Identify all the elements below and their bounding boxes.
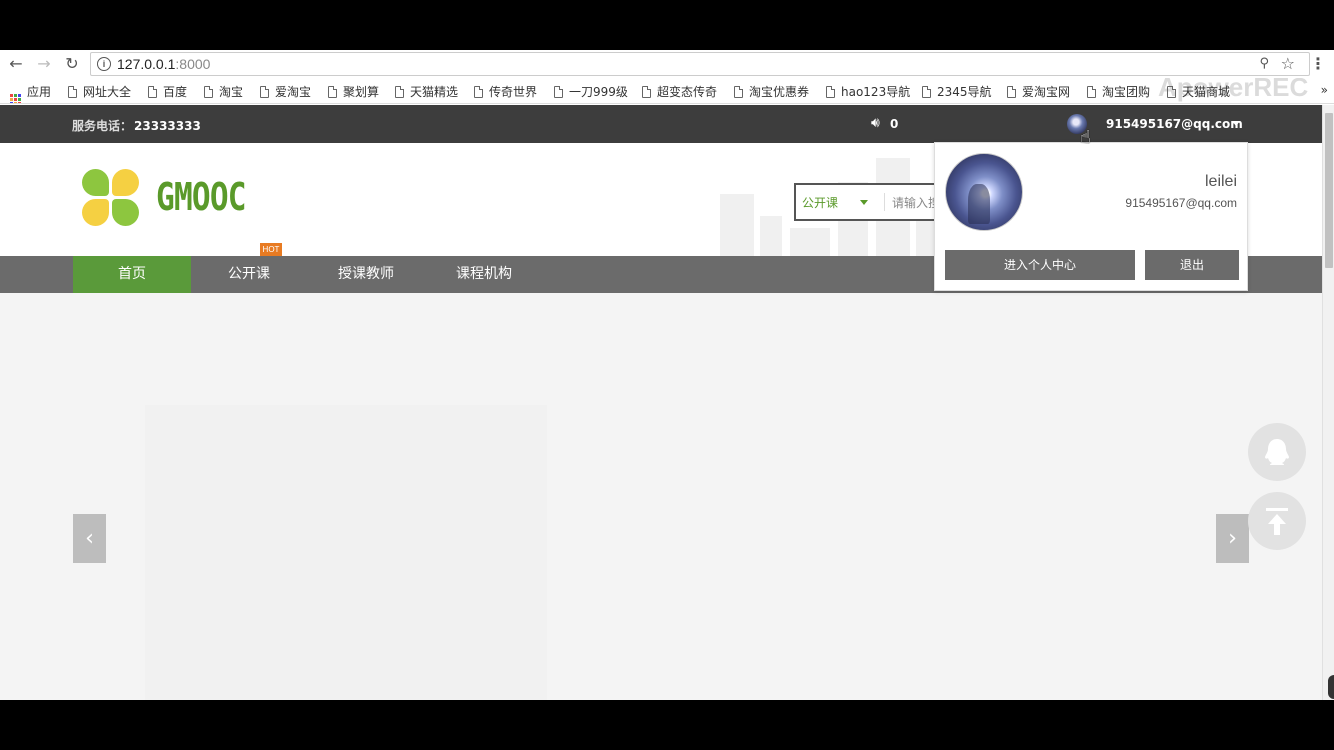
logo-icon[interactable] xyxy=(82,169,142,227)
star-icon[interactable]: ☆ xyxy=(1281,54,1295,73)
url-text: 127.0.0.1:8000 xyxy=(117,56,211,72)
bookmark-item[interactable]: 传奇世界 xyxy=(474,83,537,100)
back-arrow-icon[interactable]: ← xyxy=(6,54,26,74)
arrow-up-icon xyxy=(1266,508,1288,535)
search-type-select[interactable]: 公开课 xyxy=(802,194,838,211)
page-icon xyxy=(148,86,157,98)
page-icon xyxy=(1167,86,1176,98)
nav-item-teachers[interactable]: 授课教师 xyxy=(307,256,425,293)
back-to-top-button[interactable] xyxy=(1248,492,1306,550)
letterbox-bottom xyxy=(0,700,1334,750)
edge-tab xyxy=(1328,675,1334,699)
bookmark-item[interactable]: 一刀999级 xyxy=(554,83,628,100)
key-icon[interactable]: ⚲ xyxy=(1259,56,1269,71)
avatar xyxy=(945,153,1023,231)
service-phone: 服务电话： 23333333 xyxy=(72,119,201,133)
scrollbar-thumb[interactable] xyxy=(1325,113,1333,268)
bookmark-item[interactable]: 聚划算 xyxy=(328,83,379,100)
divider xyxy=(884,193,885,211)
bookmark-item[interactable]: 网址大全 xyxy=(68,83,131,100)
page-icon xyxy=(554,86,563,98)
address-bar-row: ← → ↻ i 127.0.0.1:8000 ⚲ ☆ ⋮ xyxy=(0,50,1334,78)
bookmark-item[interactable]: 天猫精选 xyxy=(395,83,458,100)
hand-cursor-icon: ☝︎ xyxy=(1080,127,1091,148)
qq-chat-button[interactable] xyxy=(1248,423,1306,481)
info-icon[interactable]: i xyxy=(97,57,111,71)
hot-badge: HOT xyxy=(260,243,282,256)
browser-window: ← → ↻ i 127.0.0.1:8000 ⚲ ☆ ⋮ ApowerREC 应… xyxy=(0,50,1334,700)
page-icon xyxy=(826,86,835,98)
chevron-down-icon[interactable] xyxy=(860,200,868,205)
bookmark-item[interactable]: 爱淘宝网 xyxy=(1007,83,1070,100)
nav-item-organizations[interactable]: 课程机构 xyxy=(425,256,543,293)
next-arrow-button[interactable]: › xyxy=(1216,514,1249,563)
bookmarks-bar: ApowerREC 应用 网址大全 百度 淘宝 爱淘宝 聚划算 天猫精选 传奇世… xyxy=(0,78,1334,104)
page-icon xyxy=(395,86,404,98)
nav-item-home[interactable]: 首页 xyxy=(73,256,191,293)
user-dropdown: leilei 915495167@qq.com 进入个人中心 退出 xyxy=(934,142,1248,291)
bookmark-item[interactable]: 百度 xyxy=(148,83,187,100)
page-icon xyxy=(68,86,77,98)
nav-item-open-courses[interactable]: 公开课 xyxy=(190,256,308,293)
page-icon xyxy=(328,86,337,98)
bookmark-item[interactable]: hao123导航 xyxy=(826,83,910,100)
page-icon xyxy=(474,86,483,98)
qq-penguin-icon xyxy=(1265,439,1289,465)
username: leilei xyxy=(1204,173,1237,190)
bookmark-item[interactable]: 超变态传奇 xyxy=(642,83,717,100)
bookmark-item[interactable]: 2345导航 xyxy=(922,83,992,100)
page-icon xyxy=(1007,86,1016,98)
vertical-scrollbar[interactable] xyxy=(1322,105,1334,700)
message-count[interactable]: 0 xyxy=(890,117,898,131)
prev-arrow-button[interactable]: ‹ xyxy=(73,514,106,563)
user-center-button[interactable]: 进入个人中心 xyxy=(945,250,1135,280)
bookmark-item[interactable]: 淘宝优惠券 xyxy=(734,83,809,100)
logo-text[interactable]: GMOOC xyxy=(156,175,247,219)
banner-slide[interactable] xyxy=(145,405,547,700)
user-email-link[interactable]: 915495167@qq.com xyxy=(1106,117,1243,131)
apps-grid-icon xyxy=(10,94,21,103)
chevron-down-icon[interactable] xyxy=(1232,121,1240,126)
bookmark-item[interactable]: 天猫商城 xyxy=(1167,83,1230,100)
dropdown-email: 915495167@qq.com xyxy=(1125,196,1237,210)
bookmark-item[interactable]: 淘宝团购 xyxy=(1087,83,1150,100)
page-icon xyxy=(734,86,743,98)
page-icon xyxy=(922,86,931,98)
menu-dots-icon[interactable]: ⋮ xyxy=(1310,54,1326,73)
banner-carousel: ‹ › xyxy=(0,293,1322,700)
bookmark-apps[interactable]: 应用 xyxy=(10,83,51,103)
speaker-icon[interactable]: 🔊︎ xyxy=(871,115,880,131)
page-icon xyxy=(260,86,269,98)
bookmark-item[interactable]: 爱淘宝 xyxy=(260,83,311,100)
top-bar: 服务电话： 23333333 🔊︎ 0 915495167@qq.com xyxy=(0,105,1322,143)
site-page: 服务电话： 23333333 🔊︎ 0 915495167@qq.com GMOO… xyxy=(0,105,1322,700)
letterbox-top xyxy=(0,0,1334,50)
page-icon xyxy=(642,86,651,98)
page-icon xyxy=(1087,86,1096,98)
reload-icon[interactable]: ↻ xyxy=(62,54,82,74)
bookmark-item[interactable]: 淘宝 xyxy=(204,83,243,100)
logout-button[interactable]: 退出 xyxy=(1145,250,1239,280)
forward-arrow-icon[interactable]: → xyxy=(34,54,54,74)
page-icon xyxy=(204,86,213,98)
url-field[interactable]: i 127.0.0.1:8000 ⚲ ☆ xyxy=(90,52,1310,76)
bookmarks-more-button[interactable]: » xyxy=(1321,83,1328,97)
